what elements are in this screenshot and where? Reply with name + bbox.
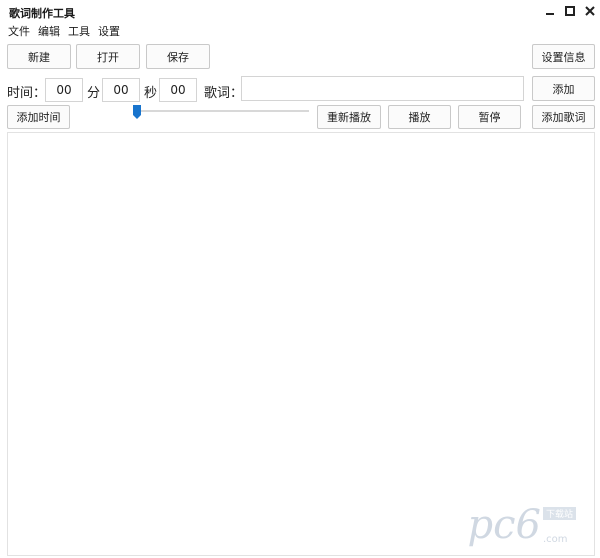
menu-settings[interactable]: 设置 bbox=[96, 23, 126, 39]
minimize-icon[interactable] bbox=[540, 2, 560, 20]
lyrics-list-area[interactable]: pc6 下载站 .com bbox=[7, 132, 595, 556]
maximize-icon[interactable] bbox=[560, 2, 580, 20]
seconds-input[interactable]: 00 bbox=[102, 78, 140, 102]
time-label: 时间： bbox=[7, 86, 47, 101]
menu-tools[interactable]: 工具 bbox=[66, 23, 96, 39]
menu-bar: 文件 编辑 工具 设置 bbox=[6, 23, 126, 39]
add-lyric-button[interactable]: 添加歌词 bbox=[532, 105, 595, 129]
settings-info-button[interactable]: 设置信息 bbox=[532, 44, 595, 69]
minutes-unit: 分 bbox=[87, 86, 101, 101]
progress-slider-track[interactable] bbox=[137, 110, 309, 112]
progress-slider-thumb[interactable] bbox=[133, 104, 141, 119]
add-time-button[interactable]: 添加时间 bbox=[7, 105, 70, 129]
play-button[interactable]: 播放 bbox=[388, 105, 451, 129]
save-button[interactable]: 保存 bbox=[146, 44, 210, 69]
add-button[interactable]: 添加 bbox=[532, 76, 595, 101]
window-title: 歌词制作工具 bbox=[9, 7, 75, 20]
pause-button[interactable]: 暂停 bbox=[458, 105, 521, 129]
replay-button[interactable]: 重新播放 bbox=[317, 105, 381, 129]
close-icon[interactable] bbox=[580, 2, 600, 20]
lyric-input[interactable] bbox=[241, 76, 524, 101]
seconds-unit: 秒 bbox=[144, 86, 158, 101]
menu-edit[interactable]: 编辑 bbox=[36, 23, 66, 39]
millis-input[interactable]: 00 bbox=[159, 78, 197, 102]
lyric-label: 歌词： bbox=[204, 86, 244, 101]
new-button[interactable]: 新建 bbox=[7, 44, 71, 69]
minutes-input[interactable]: 00 bbox=[45, 78, 83, 102]
pc6-watermark: pc6 下载站 .com bbox=[468, 505, 576, 545]
open-button[interactable]: 打开 bbox=[76, 44, 140, 69]
menu-file[interactable]: 文件 bbox=[6, 23, 36, 39]
